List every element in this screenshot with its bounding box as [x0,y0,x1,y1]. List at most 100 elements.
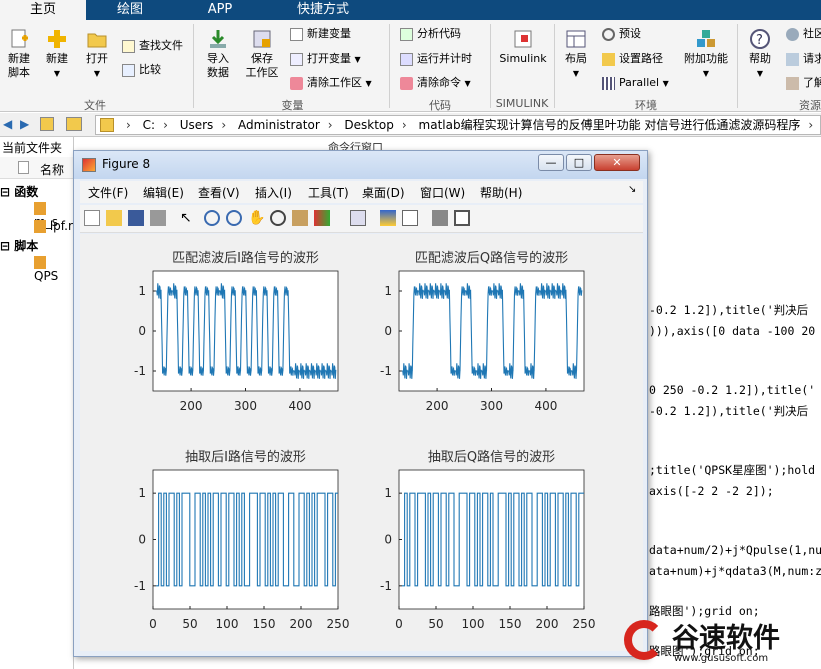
compare-button[interactable]: 比较 [122,62,161,78]
column-name-header[interactable]: 名称 [40,161,64,178]
path-segment[interactable]: Desktop [344,118,394,132]
close-button[interactable]: ✕ [594,154,640,171]
set-path-button[interactable]: 设置路径 [602,51,663,67]
code-line: ;title('QPSK星座图');hold [649,463,816,477]
path-segment[interactable]: matlab编程实现计算信号的反傅里叶功能 对信号进行低通滤波源码程序 [419,118,801,132]
print-icon[interactable] [150,210,166,226]
figure-window[interactable]: Figure 8 — □ ✕ 文件(F) 编辑(E) 查看(V) 插入(I) 工… [73,150,648,657]
new-figure-icon[interactable] [84,210,100,226]
figure-canvas[interactable]: 匹配滤波后I路信号的波形 200 300 400 -1 0 1 匹配滤波后Q路信号的波形 200… [80,234,643,651]
ribbon-tab-bar: 主页 绘图 APP 快捷方式 [0,0,821,20]
simulink-button[interactable]: Simulink [497,28,549,66]
group-divider [737,24,738,108]
maximize-button[interactable]: □ [566,154,592,171]
zoom-in-icon[interactable] [204,210,220,226]
layout-button[interactable]: 布局 ▼ [560,28,592,81]
x-tick-label: 200 [290,617,313,631]
x-tick-label: 150 [499,617,522,631]
minimize-button[interactable]: — [538,154,564,171]
code-line: axis([-2 2 -2 2]); [649,484,774,498]
pointer-icon[interactable]: ↖ [180,210,196,226]
tab-apps[interactable]: APP [172,0,268,20]
figure-title-bar[interactable]: Figure 8 — □ ✕ [74,151,647,179]
run-and-time-button[interactable]: 运行并计时 [400,51,472,67]
menu-tools[interactable]: 工具(T) [308,184,349,201]
dock-arrow-icon[interactable]: ↘ [628,184,636,195]
group-environment-label: 环境 [635,99,657,112]
request-support-button[interactable]: 请求 [786,51,821,67]
link-plot-icon[interactable] [350,210,366,226]
pan-hand-icon[interactable]: ✋ [248,210,265,226]
clear-commands-button[interactable]: 清除命令 ▼ [400,75,471,91]
addons-button[interactable]: 附加功能 ▼ [682,28,730,81]
path-segment[interactable]: Administrator [238,118,320,132]
new-script-button[interactable]: 新建 脚本 [2,28,36,80]
open-variable-button[interactable]: 打开变量 ▼ [290,51,361,67]
zoom-out-icon[interactable] [226,210,242,226]
scripts-section[interactable]: ⊟ 脚本 [0,237,38,254]
analyze-code-button[interactable]: 分析代码 [400,26,461,42]
menu-help[interactable]: 帮助(H) [480,184,522,201]
subplot-3: 抽取后I路信号的波形 0 50 100 150 200 250 -1 0 1 [134,449,349,631]
layout-label: 布局 [565,52,587,65]
current-path-field[interactable]: › C: › Users › Administrator › Desktop › mat… [95,115,821,135]
up-folder-icon[interactable] [40,117,54,131]
browse-folder-icon[interactable] [66,117,82,131]
new-button[interactable]: 新建 ▼ [40,28,74,81]
x-tick-label: 300 [480,399,503,413]
set-path-label: 设置路径 [619,52,663,65]
file-item[interactable]: lpf.r [34,219,73,233]
code-line: data+num/2)+j*Qpulse(1,nu [649,543,821,557]
path-segment[interactable]: C: [143,118,155,132]
forward-arrow-icon[interactable]: ▶ [20,117,29,131]
clear-workspace-button[interactable]: 清除工作区 ▼ [290,75,372,91]
x-tick-label: 100 [462,617,485,631]
open-label: 打开 [86,52,108,65]
tab-home[interactable]: 主页 [0,0,86,20]
rotate-3d-icon[interactable] [270,210,286,226]
chevron-down-icon: ▼ [756,69,764,78]
menu-file[interactable]: 文件(F) [88,184,128,201]
y-tick-label: 1 [384,284,392,298]
path-segment[interactable]: Users [180,118,214,132]
menu-insert[interactable]: 插入(I) [255,184,292,201]
help-button[interactable]: ? 帮助 ▼ [742,28,778,81]
save-icon[interactable] [128,210,144,226]
path-separator-icon: › [221,118,227,132]
community-icon [786,27,799,41]
preferences-button[interactable]: 预设 [602,26,641,42]
run-and-time-label: 运行并计时 [417,52,472,65]
tab-shortcuts[interactable]: 快捷方式 [268,0,378,20]
menu-view[interactable]: 查看(V) [198,184,240,201]
show-plot-tools-icon[interactable] [454,210,470,226]
import-data-button[interactable]: 导入 数据 [200,28,236,80]
functions-section[interactable]: ⊟ 函数 [0,183,38,200]
file-item[interactable]: QPS [34,255,73,283]
learn-button[interactable]: 了解 [786,75,821,91]
back-arrow-icon[interactable]: ◀ [3,117,12,131]
find-files-button[interactable]: 查找文件 [122,38,183,54]
open-file-icon[interactable] [106,210,122,226]
new-script-icon [11,29,28,48]
y-tick-label: -1 [380,579,392,593]
parallel-button[interactable]: Parallel ▼ [602,75,669,91]
menu-desktop[interactable]: 桌面(D) [362,184,405,201]
simulink-label: Simulink [499,52,547,65]
y-tick-label: 0 [384,324,392,338]
hide-plot-tools-icon[interactable] [432,210,448,226]
legend-icon[interactable] [402,210,418,226]
new-variable-button[interactable]: 新建变量 [290,26,351,42]
menu-window[interactable]: 窗口(W) [420,184,465,201]
y-tick-label: 1 [138,486,146,500]
save-workspace-button[interactable]: 保存 工作区 [242,28,282,80]
tab-plots[interactable]: 绘图 [88,0,172,20]
import-data-label: 导入 数据 [207,52,229,79]
x-tick-label: 200 [180,399,203,413]
colorbar-icon[interactable] [380,210,396,226]
brush-icon[interactable] [314,210,330,226]
path-root-icon [100,118,114,132]
data-cursor-icon[interactable] [292,210,308,226]
menu-edit[interactable]: 编辑(E) [143,184,184,201]
community-button[interactable]: 社区 [786,26,821,42]
open-button[interactable]: 打开 ▼ [80,28,114,81]
